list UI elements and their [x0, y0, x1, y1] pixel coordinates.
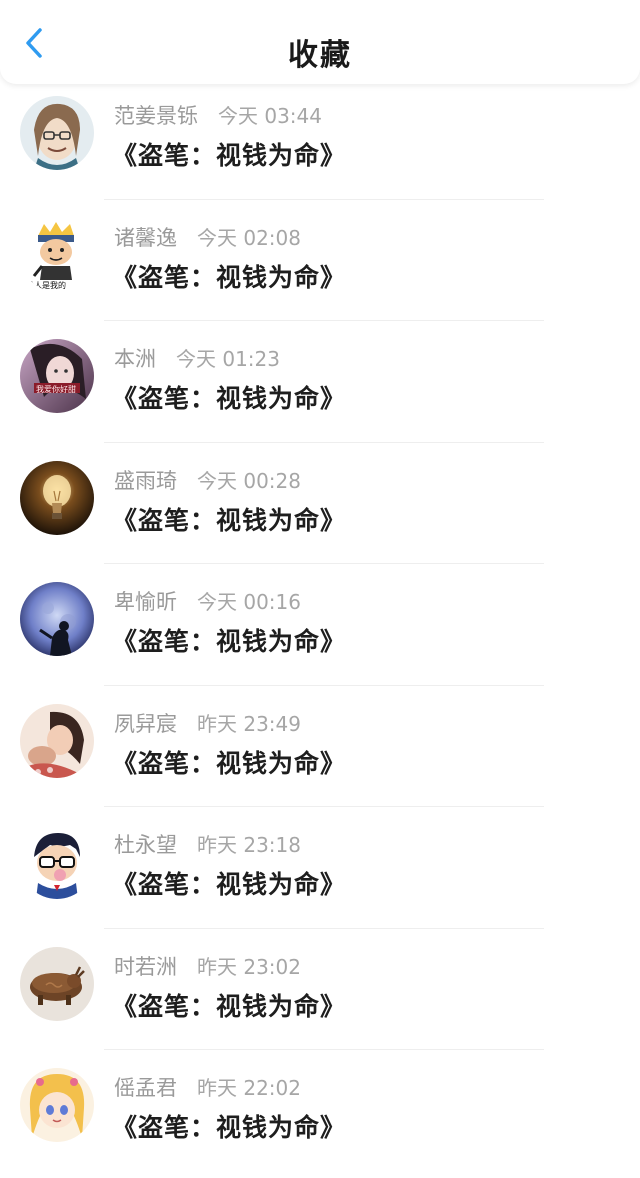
- divider: [104, 1049, 544, 1050]
- timestamp: 昨天 23:49: [197, 711, 301, 736]
- user-name: 夙舁宸: [114, 711, 177, 736]
- timestamp: 昨天 22:02: [197, 1076, 301, 1100]
- page-title: 收藏: [288, 38, 352, 73]
- book-title: 《盗笔：视钱为命》: [112, 141, 347, 170]
- avatar: [20, 460, 94, 535]
- book-title: 《盗笔：视钱为命》: [112, 262, 347, 292]
- book-title: 《盗笔：视钱为命》: [112, 627, 347, 656]
- divider: [104, 320, 544, 321]
- timestamp: 今天 02:08: [197, 225, 301, 250]
- avatar: [20, 825, 94, 899]
- user-name: 时若洲: [114, 954, 177, 979]
- divider: [104, 441, 544, 443]
- top-bar: 收藏: [0, 0, 640, 84]
- avatar: [20, 703, 94, 778]
- book-title: 《盗笔：视钱为命》: [112, 1113, 347, 1142]
- divider: [104, 198, 544, 200]
- divider: [104, 927, 544, 929]
- list-item[interactable]: 没人是我的 诸馨逸 今天 02:08 《盗笔：视钱为命》: [0, 206, 640, 328]
- divider: [104, 563, 544, 564]
- book-title: 《盗笔：视钱为命》: [112, 384, 347, 413]
- divider: [104, 684, 544, 686]
- avatar-caption: 没人是我的: [26, 280, 66, 290]
- timestamp: 昨天 23:02: [197, 954, 301, 979]
- user-name: 杜永望: [114, 833, 177, 857]
- book-title: 《盗笔：视钱为命》: [112, 505, 347, 535]
- list-item[interactable]: 我爱你好甜 本洲 今天 01:23 《盗笔：视钱为命》: [0, 327, 640, 449]
- timestamp: 今天 00:28: [197, 468, 301, 493]
- avatar: [20, 946, 94, 1021]
- list-item[interactable]: 傜孟君 昨天 22:02 《盗笔：视钱为命》: [0, 1056, 640, 1178]
- avatar: [20, 96, 94, 170]
- avatar-caption: 我爱你好甜: [36, 385, 76, 394]
- user-name: 卑愉昕: [114, 590, 177, 614]
- list-item[interactable]: 范姜景铄 今天 03:44 《盗笔：视钱为命》: [0, 84, 640, 206]
- list-item[interactable]: 盛雨琦 今天 00:28 《盗笔：视钱为命》: [0, 449, 640, 571]
- book-title: 《盗笔：视钱为命》: [112, 870, 347, 899]
- divider: [104, 806, 544, 807]
- user-name: 傜孟君: [114, 1076, 177, 1100]
- user-name: 范姜景铄: [114, 104, 198, 128]
- avatar: [20, 582, 94, 656]
- list-item[interactable]: 时若洲 昨天 23:02 《盗笔：视钱为命》: [0, 935, 640, 1057]
- avatar: 没人是我的: [20, 217, 94, 292]
- user-name: 本洲: [114, 347, 156, 371]
- timestamp: 今天 03:44: [218, 104, 322, 128]
- list-item[interactable]: 夙舁宸 昨天 23:49 《盗笔：视钱为命》: [0, 692, 640, 814]
- avatar: 我爱你好甜: [20, 339, 94, 413]
- timestamp: 今天 01:23: [176, 347, 280, 371]
- timestamp: 昨天 23:18: [197, 833, 301, 857]
- favorites-list: 范姜景铄 今天 03:44 《盗笔：视钱为命》 没人是我的 诸馨逸 今天 02:…: [0, 84, 640, 1178]
- list-item[interactable]: 卑愉昕 今天 00:16 《盗笔：视钱为命》: [0, 570, 640, 692]
- user-name: 诸馨逸: [114, 225, 177, 250]
- list-item[interactable]: 杜永望 昨天 23:18 《盗笔：视钱为命》: [0, 813, 640, 935]
- avatar: [20, 1068, 94, 1142]
- book-title: 《盗笔：视钱为命》: [112, 991, 347, 1021]
- user-name: 盛雨琦: [114, 468, 177, 493]
- book-title: 《盗笔：视钱为命》: [112, 748, 347, 778]
- timestamp: 今天 00:16: [197, 590, 301, 614]
